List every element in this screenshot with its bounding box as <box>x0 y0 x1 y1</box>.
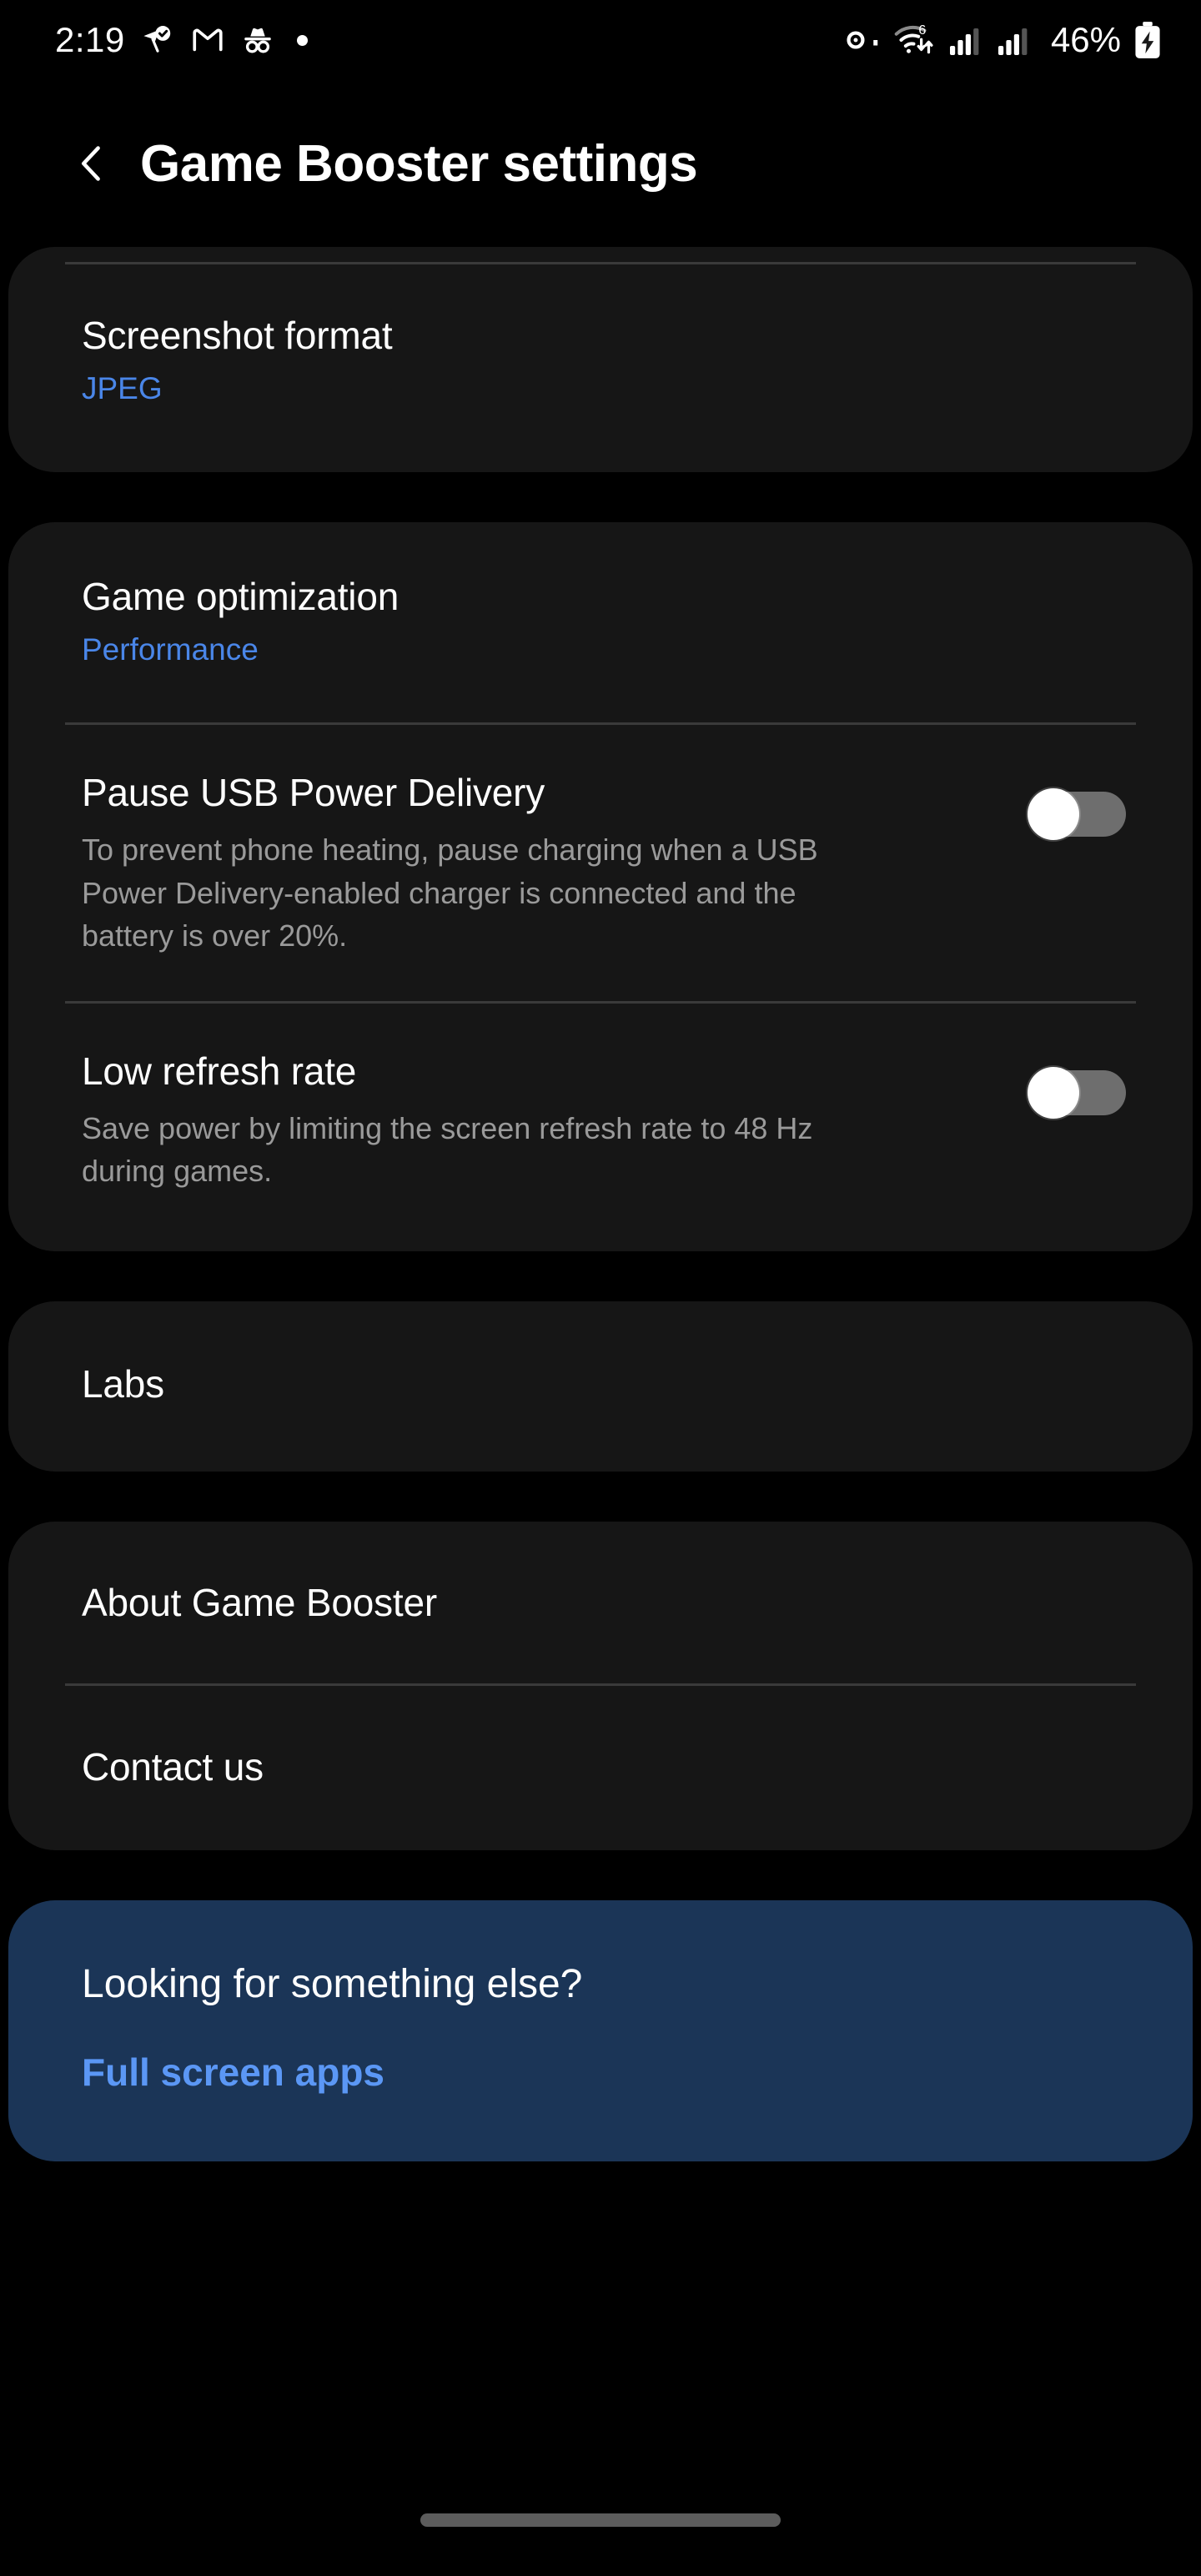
chevron-left-icon <box>81 146 100 181</box>
setting-about-game-booster[interactable]: About Game Booster <box>8 1522 1193 1683</box>
setting-screenshot-format[interactable]: Screenshot format JPEG <box>8 264 1193 472</box>
setting-labs[interactable]: Labs <box>8 1301 1193 1472</box>
toggle-low-refresh-rate[interactable] <box>1028 1066 1126 1119</box>
status-bar: 2:19 6 46% <box>0 0 1201 80</box>
card-screenshot-format: Screenshot format JPEG <box>8 247 1193 472</box>
setting-pause-usb-power-delivery[interactable]: Pause USB Power Delivery To prevent phon… <box>8 725 1193 1001</box>
setting-game-optimization[interactable]: Game optimization Performance <box>8 522 1193 723</box>
signal-bars-sim1-icon <box>949 28 979 55</box>
card-game-optimization-group: Game optimization Performance Pause USB … <box>8 521 1193 1251</box>
card-about-group: About Game Booster Contact us <box>8 1522 1193 1850</box>
app-bar: Game Booster settings <box>0 80 1201 247</box>
gmail-icon <box>193 28 223 52</box>
navigation-bar <box>0 2483 1201 2576</box>
setting-text-block: Game optimization Performance <box>82 574 1126 670</box>
settings-list: Screenshot format JPEG Game optimization… <box>0 247 1201 2162</box>
card-looking-for-something-else: Looking for something else? Full screen … <box>8 1899 1193 2162</box>
setting-text-block: Pause USB Power Delivery To prevent phon… <box>82 770 994 958</box>
toggle-knob <box>1028 1066 1079 1119</box>
setting-title: Screenshot format <box>82 314 393 357</box>
setting-title: Pause USB Power Delivery <box>82 771 545 815</box>
setting-text-block: Labs <box>82 1361 1119 1406</box>
setting-title: Labs <box>82 1361 164 1406</box>
setting-title: Game optimization <box>82 574 399 618</box>
battery-percent-label: 46% <box>1050 20 1121 59</box>
page-title: Game Booster settings <box>140 134 698 193</box>
setting-title: About Game Booster <box>82 1581 437 1625</box>
signal-bars-sim2-icon <box>997 28 1028 55</box>
setting-text-block: Screenshot format JPEG <box>82 313 1126 409</box>
setting-low-refresh-rate[interactable]: Low refresh rate Save power by limiting … <box>8 1004 1193 1251</box>
notification-dot-icon <box>296 34 308 46</box>
vpn-key-icon <box>847 31 878 49</box>
wifi-6-data-transfer-icon: 6 <box>894 23 933 54</box>
incognito-icon <box>244 28 271 53</box>
setting-title: Low refresh rate <box>82 1049 357 1093</box>
promo-block: Looking for something else? Full screen … <box>8 1900 1193 2162</box>
toggle-knob <box>1028 788 1079 841</box>
link-full-screen-apps[interactable]: Full screen apps <box>82 2050 384 2095</box>
setting-contact-us[interactable]: Contact us <box>8 1686 1193 1849</box>
svg-text:6: 6 <box>918 23 926 38</box>
setting-text-block: Contact us <box>82 1744 1119 1789</box>
back-button[interactable] <box>62 133 122 194</box>
status-bar-clock: 2:19 <box>55 20 125 59</box>
setting-value: JPEG <box>82 371 163 406</box>
card-labs: Labs <box>8 1301 1193 1472</box>
setting-description: Save power by limiting the screen refres… <box>82 1110 813 1189</box>
setting-text-block: Low refresh rate Save power by limiting … <box>82 1049 994 1193</box>
home-gesture-indicator[interactable] <box>420 2513 781 2527</box>
setting-description: To prevent phone heating, pause charging… <box>82 833 818 953</box>
status-bar-right: 6 46% <box>844 21 1163 59</box>
location-sharing-verified-icon <box>143 26 170 53</box>
setting-value: Performance <box>82 631 259 667</box>
setting-title: Contact us <box>82 1745 264 1789</box>
status-bar-left: 2:19 <box>55 23 308 58</box>
phone-screen: 2:19 6 46% Game Booster settings Screens… <box>0 0 1201 2576</box>
setting-text-block: About Game Booster <box>82 1580 1119 1625</box>
promo-title: Looking for something else? <box>82 1961 583 2006</box>
toggle-pause-usb-power-delivery[interactable] <box>1028 788 1126 841</box>
battery-charging-icon <box>1135 22 1160 58</box>
